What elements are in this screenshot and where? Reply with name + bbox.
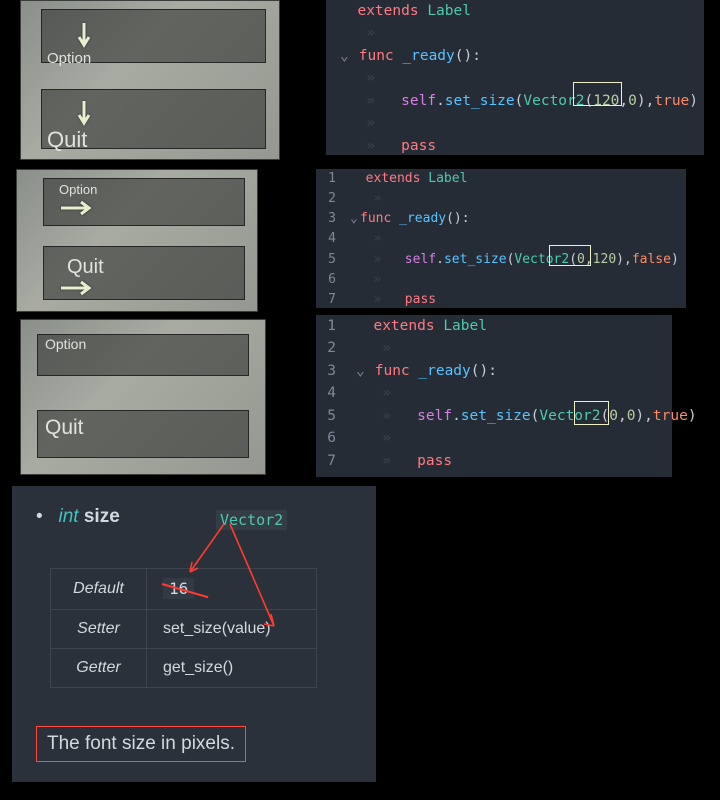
game-panel-3: Option Quit: [20, 319, 266, 475]
code-line: »: [340, 22, 704, 44]
code-line: »: [350, 189, 686, 209]
arrow-down-icon: [77, 99, 91, 127]
getter-value: get_size(): [147, 649, 317, 688]
code-line: extends Label: [340, 0, 704, 22]
code-line: ⌄func _ready():: [350, 209, 686, 229]
line-gutter: 1234567: [316, 169, 342, 308]
arrow-right-icon: [59, 200, 93, 216]
code-line: »: [340, 112, 704, 134]
code-line: » self.set_size(Vector2(0,0),true): [356, 405, 672, 427]
description-highlight: The font size in pixels.: [36, 726, 246, 762]
line-gutter: 1234567: [316, 315, 342, 477]
code-line: »: [350, 270, 686, 290]
default-key: Default: [51, 569, 147, 610]
code-line: » self.set_size(Vector2(0,120),false): [350, 250, 686, 270]
code-panel-2: 1234567 extends Label » ⌄func _ready(): …: [316, 169, 686, 308]
option-label: Option: [45, 336, 86, 352]
quit-label: Quit: [47, 127, 87, 153]
code-line: »: [350, 229, 686, 249]
arrow-right-icon: [59, 280, 93, 296]
game-panel-2: Option Quit: [16, 169, 258, 312]
quit-label: Quit: [67, 256, 104, 279]
code-line: extends Label: [356, 315, 672, 337]
getter-key: Getter: [51, 649, 147, 688]
code-line: »: [356, 427, 672, 449]
code-panel-3: 1234567 extends Label » ⌄ func _ready():…: [316, 315, 672, 477]
code-line: extends Label: [350, 169, 686, 189]
code-line: »: [356, 382, 672, 404]
table-row: Getter get_size(): [51, 649, 317, 688]
annotation-arrow-icon: [172, 516, 292, 636]
option-label: Option: [47, 50, 91, 67]
code-line: » pass: [340, 135, 704, 157]
docs-panel: • int size Vector2 Default 16 Setter set…: [12, 486, 376, 782]
code-panel-1: extends Label » ⌄ func _ready(): » » sel…: [326, 0, 704, 155]
code-line: » self.set_size(Vector2(120,0),true): [340, 90, 704, 112]
quit-label: Quit: [45, 416, 84, 440]
code-line: ⌄ func _ready():: [340, 45, 704, 67]
code-line: » pass: [350, 290, 686, 310]
code-line: »: [340, 67, 704, 89]
code-line: » pass: [356, 450, 672, 472]
game-panel-1: Option Quit: [20, 0, 280, 160]
code-line: ⌄ func _ready():: [356, 360, 672, 382]
arrow-down-icon: [77, 21, 91, 49]
option-label: Option: [59, 182, 97, 197]
setter-key: Setter: [51, 610, 147, 649]
code-line: »: [356, 337, 672, 359]
